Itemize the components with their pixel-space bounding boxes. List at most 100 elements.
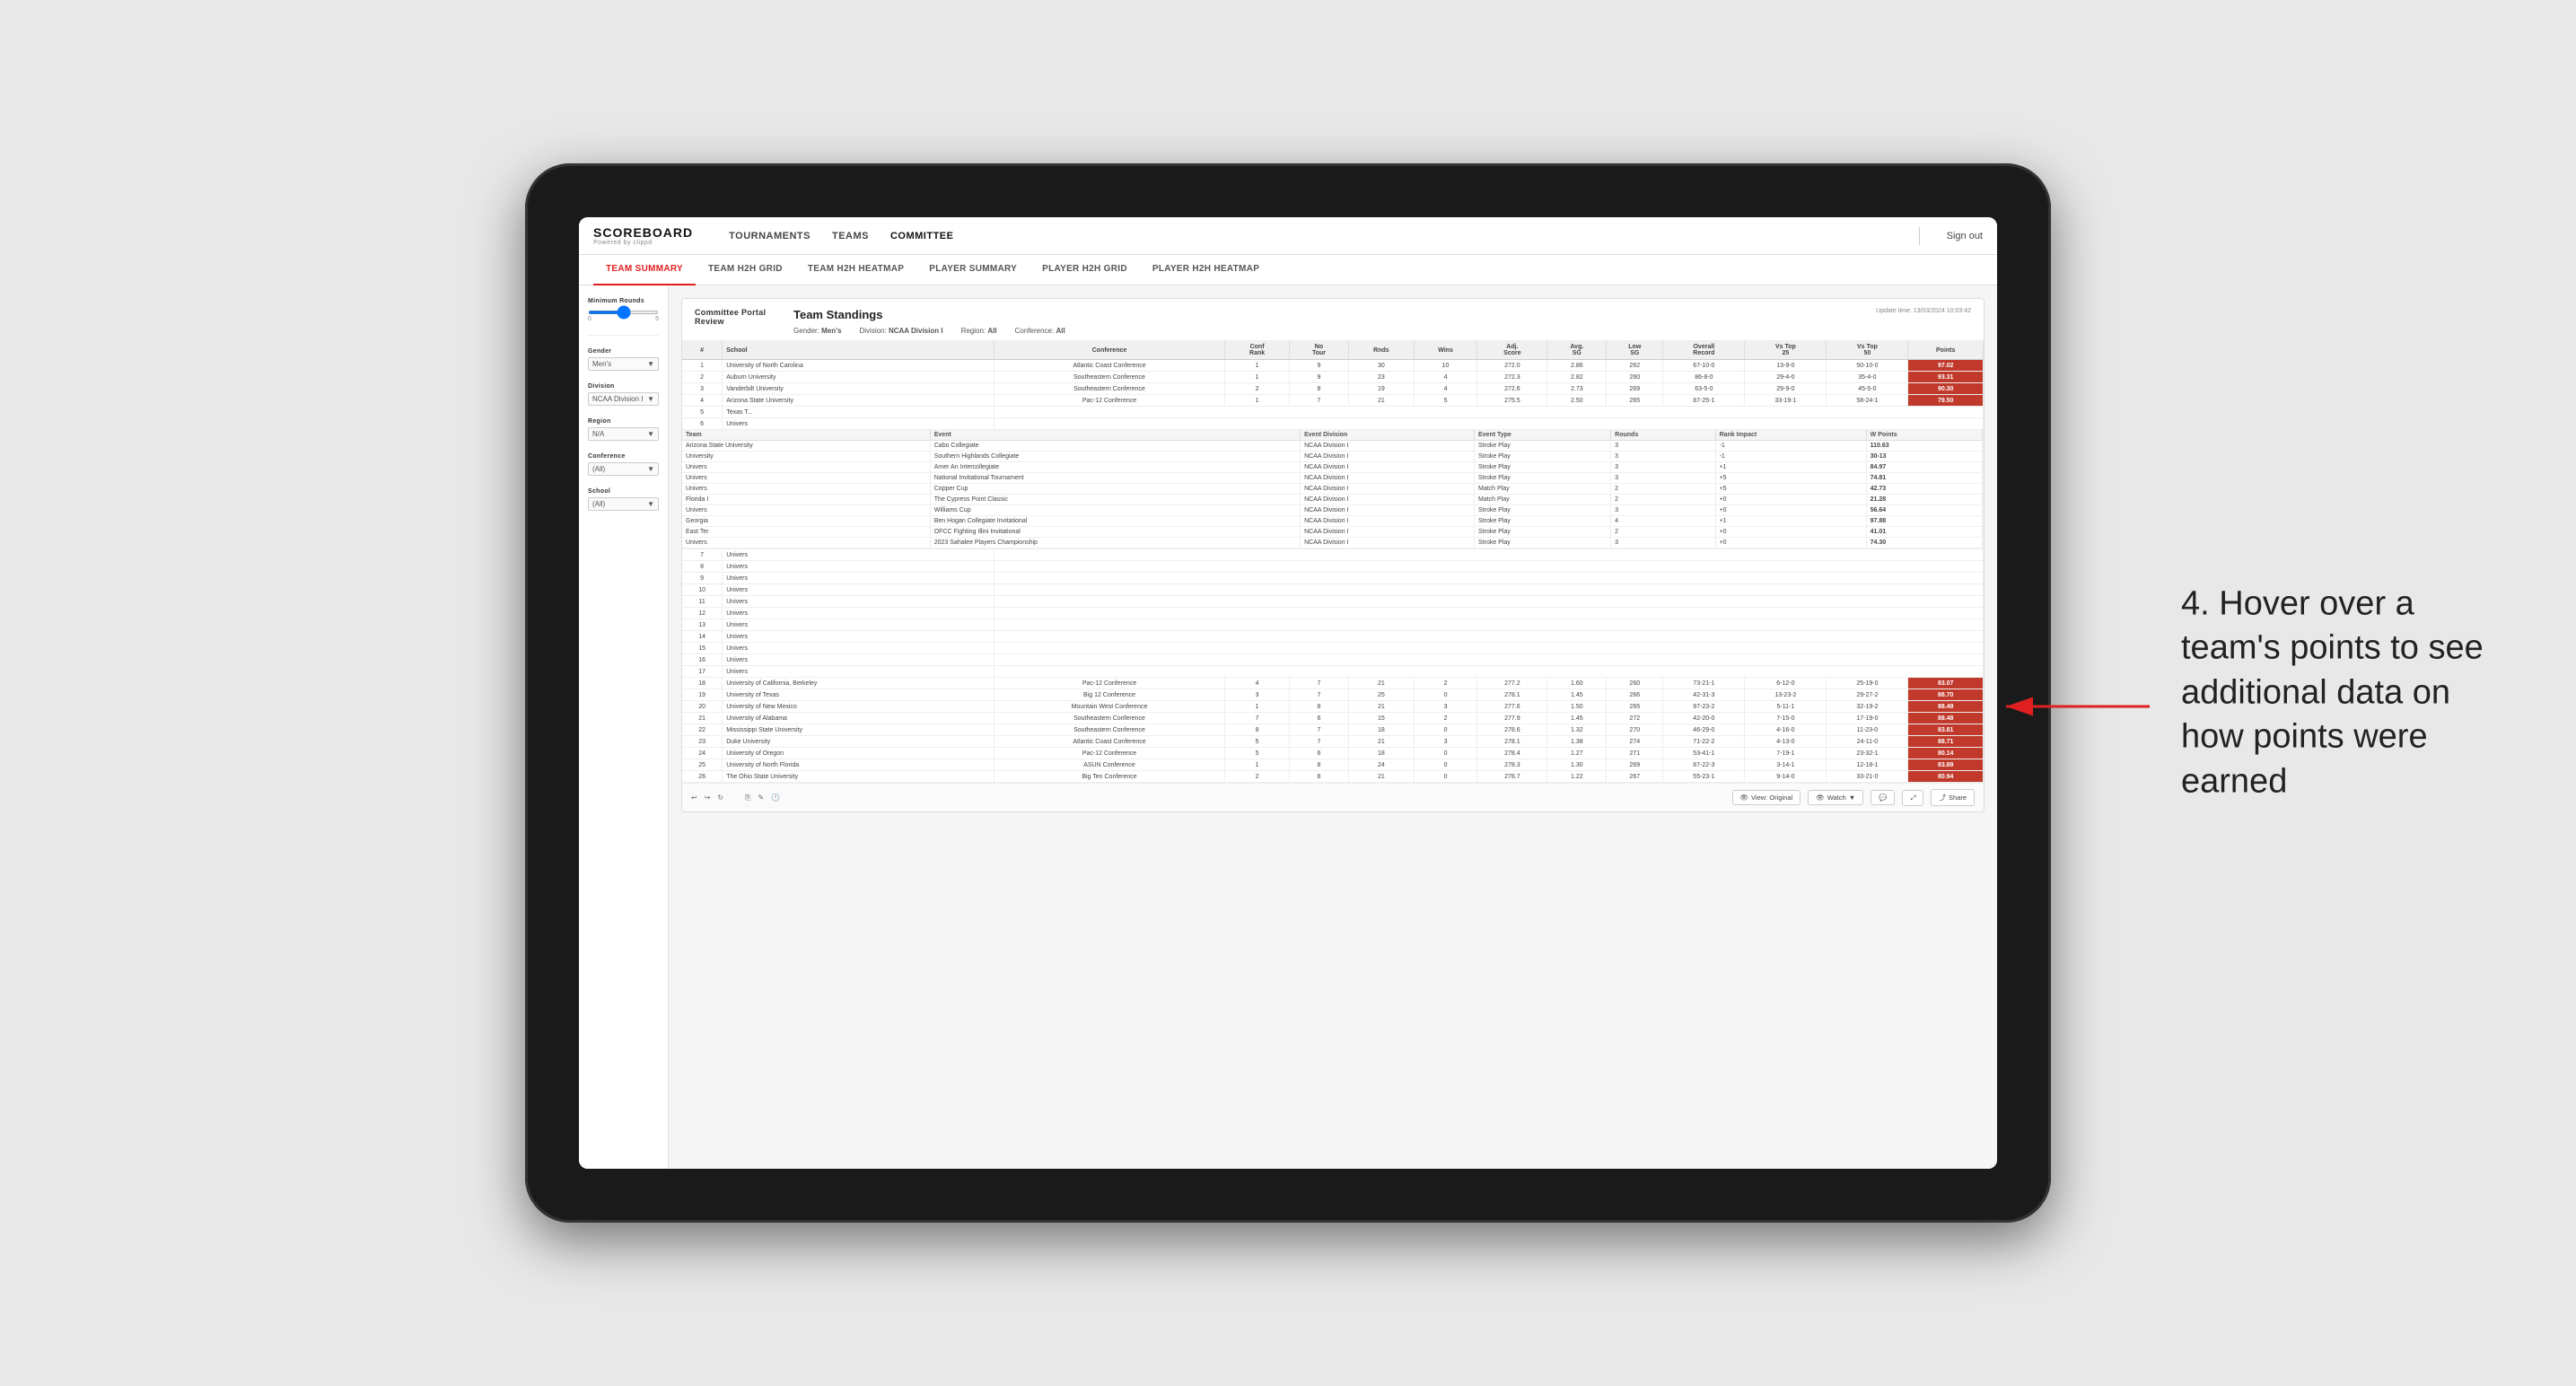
sidebar-divider-1	[588, 335, 659, 336]
tab-team-summary[interactable]: TEAM SUMMARY	[593, 255, 696, 285]
table-row[interactable]: 3 Vanderbilt University Southeastern Con…	[682, 383, 1984, 395]
table-row[interactable]: 18 University of California, Berkeley Pa…	[682, 678, 1984, 689]
table-row[interactable]: 20 University of New Mexico Mountain Wes…	[682, 701, 1984, 713]
conference-select[interactable]: (All) ▼	[588, 462, 659, 476]
tab-player-summary[interactable]: PLAYER SUMMARY	[916, 255, 1030, 285]
sub-table-row: Univers Williams Cup NCAA Division I Str…	[682, 505, 1983, 516]
logo-area: SCOREBOARD Powered by clippd	[593, 225, 693, 246]
watch-btn[interactable]: 👁 Watch ▼	[1808, 790, 1863, 805]
col-rnds: Rnds	[1349, 341, 1415, 360]
sub-table-row: Univers Amer An Intercollegiate NCAA Div…	[682, 462, 1983, 473]
refresh-icon[interactable]: ↻	[717, 794, 723, 802]
top-nav: SCOREBOARD Powered by clippd TOURNAMENTS…	[579, 217, 1997, 255]
expand-btn[interactable]: ⤢	[1902, 790, 1923, 806]
region-select[interactable]: N/A ▼	[588, 427, 659, 441]
filter-row: Gender: Men's Division: NCAA Division I …	[793, 327, 1876, 335]
sidebar: Minimum Rounds 0 5 Gender Men's ▼	[579, 285, 669, 1169]
table-row[interactable]: 13Univers	[682, 619, 1984, 631]
col-conf-rank: ConfRank	[1225, 341, 1290, 360]
col-avg-sg: Avg.SG	[1547, 341, 1607, 360]
school-section: School (All) ▼	[588, 488, 659, 511]
table-row[interactable]: 4 Arizona State University Pac-12 Confer…	[682, 395, 1984, 407]
table-row[interactable]: 15Univers	[682, 643, 1984, 654]
logo-text: SCOREBOARD	[593, 225, 693, 240]
sign-out-link[interactable]: Sign out	[1947, 231, 1983, 241]
logo-sub: Powered by clippd	[593, 240, 693, 246]
table-row[interactable]: 23 Duke University Atlantic Coast Confer…	[682, 736, 1984, 748]
copy-icon[interactable]: ⎘	[745, 794, 750, 803]
table-row[interactable]: 19 University of Texas Big 12 Conference…	[682, 689, 1984, 701]
content-panel: Committee Portal Review Team Standings G…	[669, 285, 1997, 1169]
division-section: Division NCAA Division I ▼	[588, 383, 659, 406]
table-row[interactable]: 14Univers	[682, 631, 1984, 643]
gender-select[interactable]: Men's ▼	[588, 357, 659, 371]
sub-nav: TEAM SUMMARY TEAM H2H GRID TEAM H2H HEAT…	[579, 255, 1997, 285]
standings-header: Team Standings Gender: Men's Division: N…	[793, 308, 1876, 335]
sub-table-row: Florida I The Cypress Point Classic NCAA…	[682, 495, 1983, 505]
col-rank: #	[682, 341, 723, 360]
col-school: School	[723, 341, 994, 360]
table-row[interactable]: 26 The Ohio State University Big Ten Con…	[682, 771, 1984, 783]
redo-icon[interactable]: ↪	[705, 794, 711, 802]
report-header: Committee Portal Review Team Standings G…	[682, 299, 1984, 341]
table-row[interactable]: 11Univers	[682, 596, 1984, 608]
col-no-tour: NoTour	[1289, 341, 1348, 360]
standings-title: Team Standings	[793, 308, 1876, 321]
sub-table-row: Univers National Invitational Tournament…	[682, 473, 1983, 484]
nav-divider	[1919, 227, 1920, 245]
division-select[interactable]: NCAA Division I ▼	[588, 392, 659, 406]
min-rounds-slider[interactable]	[588, 311, 659, 314]
col-low-sg: LowSG	[1607, 341, 1663, 360]
conference-label: Conference	[588, 453, 659, 460]
nav-teams[interactable]: TEAMS	[832, 227, 869, 245]
table-row[interactable]: 25 University of North Florida ASUN Conf…	[682, 759, 1984, 771]
division-label: Division	[588, 383, 659, 390]
table-row[interactable]: 7Univers	[682, 549, 1984, 561]
table-row[interactable]: 21 University of Alabama Southeastern Co…	[682, 713, 1984, 724]
min-rounds-section: Minimum Rounds 0 5	[588, 298, 659, 322]
table-header-row: # School Conference ConfRank NoTour Rnds…	[682, 341, 1984, 360]
sub-table-row: Univers Copper Cup NCAA Division I Match…	[682, 484, 1983, 495]
school-select[interactable]: (All) ▼	[588, 497, 659, 511]
table-row[interactable]: 5Texas T...	[682, 407, 1984, 418]
edit-icon[interactable]: ✎	[758, 794, 765, 802]
tab-player-h2h-grid[interactable]: PLAYER H2H GRID	[1030, 255, 1140, 285]
nav-tournaments[interactable]: TOURNAMENTS	[729, 227, 810, 245]
table-row[interactable]: 17Univers	[682, 666, 1984, 678]
sub-table-row: East Ter OFCC Fighting Illini Invitation…	[682, 527, 1983, 538]
comment-btn[interactable]: 💬	[1871, 790, 1895, 805]
tab-player-h2h-heatmap[interactable]: PLAYER H2H HEATMAP	[1140, 255, 1272, 285]
table-row[interactable]: 16Univers	[682, 654, 1984, 666]
table-row[interactable]: 9Univers	[682, 573, 1984, 584]
min-rounds-label: Minimum Rounds	[588, 298, 659, 304]
school-label: School	[588, 488, 659, 495]
tab-team-h2h-grid[interactable]: TEAM H2H GRID	[696, 255, 795, 285]
report-card: Committee Portal Review Team Standings G…	[681, 298, 1985, 812]
table-row[interactable]: 22 Mississippi State University Southeas…	[682, 724, 1984, 736]
table-row[interactable]: 12Univers	[682, 608, 1984, 619]
tab-team-h2h-heatmap[interactable]: TEAM H2H HEATMAP	[795, 255, 916, 285]
table-row[interactable]: 10Univers	[682, 584, 1984, 596]
col-vs25: Vs Top25	[1745, 341, 1827, 360]
view-icon: 👁	[1740, 794, 1749, 802]
col-overall: OverallRecord	[1663, 341, 1745, 360]
sub-table-row: Arizona State University Cabo Collegiate…	[682, 441, 1983, 452]
conference-section: Conference (All) ▼	[588, 453, 659, 476]
table-row[interactable]: 8Univers	[682, 561, 1984, 573]
nav-committee[interactable]: COMMITTEE	[890, 227, 954, 245]
col-wins: Wins	[1414, 341, 1477, 360]
sub-table-row: University Southern Highlands Collegiate…	[682, 452, 1983, 462]
undo-icon[interactable]: ↩	[691, 794, 697, 802]
col-vs50: Vs Top50	[1827, 341, 1908, 360]
annotation-text: 4. Hover over a team's points to see add…	[2181, 583, 2522, 804]
table-row[interactable]: 6Univers	[682, 418, 1984, 430]
share-btn[interactable]: ⤴ Share	[1931, 789, 1975, 806]
gender-section: Gender Men's ▼	[588, 348, 659, 371]
table-row[interactable]: 24 University of Oregon Pac-12 Conferenc…	[682, 748, 1984, 759]
table-row[interactable]: 1 University of North Carolina Atlantic …	[682, 360, 1984, 372]
region-section: Region N/A ▼	[588, 418, 659, 441]
watch-icon: 👁	[1816, 794, 1825, 802]
col-conference: Conference	[994, 341, 1224, 360]
view-original-btn[interactable]: 👁 View: Original	[1732, 790, 1801, 805]
table-row[interactable]: 2 Auburn University Southeastern Confere…	[682, 372, 1984, 383]
